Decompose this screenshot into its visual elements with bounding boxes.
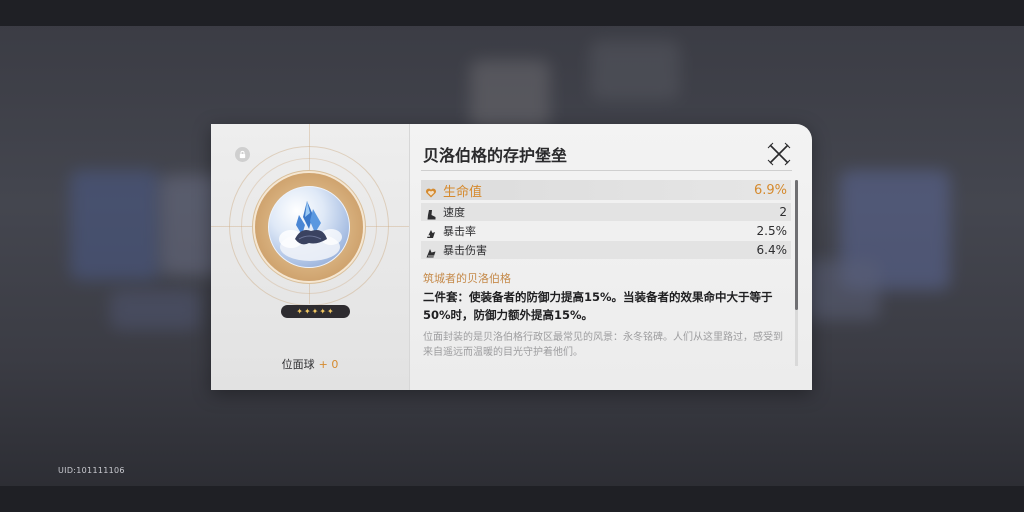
panel-divider <box>409 124 410 390</box>
sub-stat-name: 暴击率 <box>443 225 476 238</box>
close-icon <box>767 142 791 166</box>
relic-frame <box>255 173 363 281</box>
relic-preview-panel: ✦✦✦✦✦ 位面球 + 0 <box>211 124 409 390</box>
lock-icon[interactable] <box>235 147 250 162</box>
player-uid: UID:101111106 <box>58 466 125 475</box>
heart-icon <box>425 184 437 198</box>
crit-rate-icon <box>425 225 437 238</box>
set-effect-description: 二件套：使装备者的防御力提高15%。当装备者的效果命中大于等于50%时，防御力额… <box>423 290 773 322</box>
main-stat-value: 6.9% <box>753 182 787 198</box>
sub-stat-name: 暴击伤害 <box>443 244 487 257</box>
background-blur <box>800 260 880 320</box>
sub-stat-value: 6.4% <box>756 243 788 257</box>
background-blur <box>70 170 160 280</box>
background-blur <box>110 290 200 330</box>
count-label: 位面球 <box>281 358 315 371</box>
rarity-stars: ✦✦✦✦✦ <box>281 305 350 318</box>
main-stat-row: 生命值 6.9% <box>421 180 791 200</box>
count-value: + 0 <box>318 358 339 371</box>
sub-stat-value: 2.5% <box>756 224 788 238</box>
background-blur <box>590 40 680 100</box>
main-stat-name: 生命值 <box>443 184 483 200</box>
sub-stat-row: 速度 2 <box>421 203 791 221</box>
sub-stat-row: 暴击率 2.5% <box>421 222 791 240</box>
relic-title: 贝洛伯格的存护堡垒 <box>423 146 568 165</box>
crit-damage-icon <box>425 244 437 258</box>
planar-sphere-image <box>268 186 350 268</box>
sub-stat-row: 暴击伤害 6.4% <box>421 241 791 259</box>
close-button[interactable] <box>767 142 791 166</box>
sub-stat-name: 速度 <box>443 206 465 219</box>
relic-detail-card: ✦✦✦✦✦ 位面球 + 0 贝洛伯格的存护堡垒 生命值 6.9% 速度 2 暴击率… <box>211 124 812 390</box>
bottom-bar <box>0 486 1024 512</box>
title-divider <box>421 170 792 171</box>
top-bar <box>0 0 1024 26</box>
relic-lore-text: 位面封装的是贝洛伯格行政区最常见的风景：永冬铭碑。人们从这里路过，感受到来自遥远… <box>423 332 783 358</box>
sub-stat-value: 2 <box>779 205 787 219</box>
scrollbar-thumb[interactable] <box>795 180 798 310</box>
boot-icon <box>425 206 437 220</box>
planar-sphere-count: 位面球 + 0 <box>211 356 409 372</box>
relic-set-name: 筑城者的贝洛伯格 <box>423 272 511 285</box>
background-blur <box>470 60 550 130</box>
